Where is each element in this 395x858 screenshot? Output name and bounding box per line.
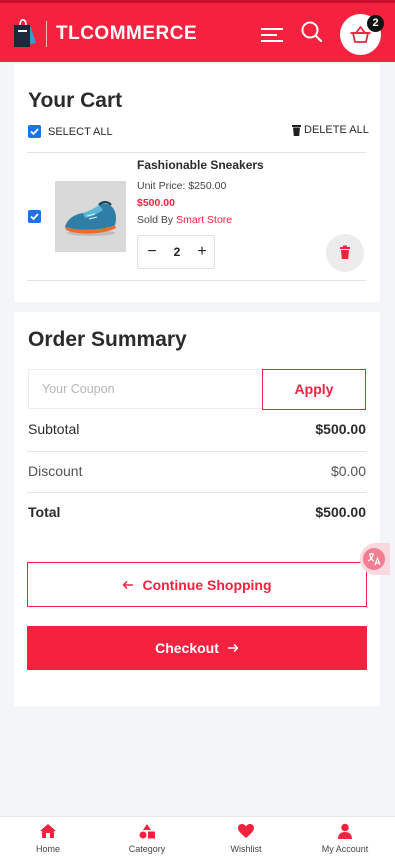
arrow-right-icon — [227, 643, 239, 653]
nav-wishlist-label: Wishlist — [230, 844, 262, 854]
quantity-value[interactable]: 2 — [166, 245, 188, 259]
order-summary-title: Order Summary — [28, 328, 187, 351]
divider — [27, 152, 366, 153]
nav-wishlist[interactable]: Wishlist — [211, 823, 281, 854]
remove-item-button[interactable] — [326, 234, 364, 272]
delete-all-label: DELETE ALL — [304, 124, 369, 136]
cart-card: Your Cart SELECT ALL DELETE ALL Fashiona… — [14, 64, 380, 706]
user-icon — [338, 823, 352, 839]
category-icon — [139, 824, 155, 839]
logo-divider — [46, 21, 47, 47]
quantity-stepper: − 2 + — [137, 235, 215, 269]
nav-account[interactable]: My Account — [310, 823, 380, 854]
increase-quantity-button[interactable]: + — [194, 243, 210, 261]
bottom-navigation: Home Category Wishlist My Account — [0, 816, 395, 858]
continue-shopping-label: Continue Shopping — [142, 576, 272, 593]
menu-icon[interactable] — [261, 25, 285, 45]
arrow-left-icon — [122, 580, 134, 589]
store-link[interactable]: Smart Store — [176, 214, 232, 226]
subtotal-value: $500.00 — [315, 421, 366, 437]
subtotal-label: Subtotal — [28, 421, 80, 437]
unit-price: Unit Price: $250.00 — [137, 180, 227, 192]
continue-shopping-button[interactable]: Continue Shopping — [27, 562, 367, 607]
select-all-label[interactable]: SELECT ALL — [48, 126, 113, 138]
brand-name[interactable]: TLCOMMERCE — [56, 23, 197, 45]
checkout-button[interactable]: Checkout — [27, 626, 367, 670]
logo-bag-icon[interactable] — [12, 17, 38, 49]
sold-by: Sold By Smart Store — [137, 214, 232, 226]
nav-account-label: My Account — [321, 844, 369, 854]
discount-label: Discount — [28, 463, 83, 479]
app-header: TLCOMMERCE 2 — [0, 0, 395, 62]
select-all-checkbox[interactable] — [28, 125, 41, 138]
product-name[interactable]: Fashionable Sneakers — [137, 158, 264, 172]
product-image[interactable] — [55, 181, 126, 252]
trash-icon — [340, 245, 350, 259]
apply-coupon-button[interactable]: Apply — [262, 369, 366, 410]
total-label: Total — [28, 504, 61, 520]
sold-by-prefix: Sold By — [137, 214, 177, 226]
item-checkbox[interactable] — [28, 210, 41, 223]
discount-value: $0.00 — [330, 463, 366, 479]
total-value: $500.00 — [315, 504, 366, 520]
trash-icon — [292, 124, 301, 136]
cart-count-badge: 2 — [367, 15, 384, 32]
nav-category-label: Category — [128, 844, 166, 854]
heart-icon — [238, 824, 254, 838]
section-separator — [14, 302, 380, 312]
nav-home[interactable]: Home — [13, 823, 83, 854]
decrease-quantity-button[interactable]: − — [144, 243, 160, 261]
home-icon — [40, 824, 56, 838]
divider — [27, 492, 366, 493]
nav-home-label: Home — [35, 844, 60, 854]
divider — [27, 280, 366, 281]
coupon-input[interactable] — [28, 369, 264, 409]
checkout-label: Checkout — [155, 640, 219, 656]
translate-icon — [363, 548, 385, 570]
cart-title: Your Cart — [28, 89, 123, 112]
translate-button[interactable] — [360, 543, 390, 575]
delete-all-button[interactable]: DELETE ALL — [292, 124, 369, 136]
search-icon[interactable] — [300, 20, 324, 44]
divider — [27, 451, 366, 452]
nav-category[interactable]: Category — [112, 823, 182, 854]
item-total: $500.00 — [137, 197, 175, 209]
